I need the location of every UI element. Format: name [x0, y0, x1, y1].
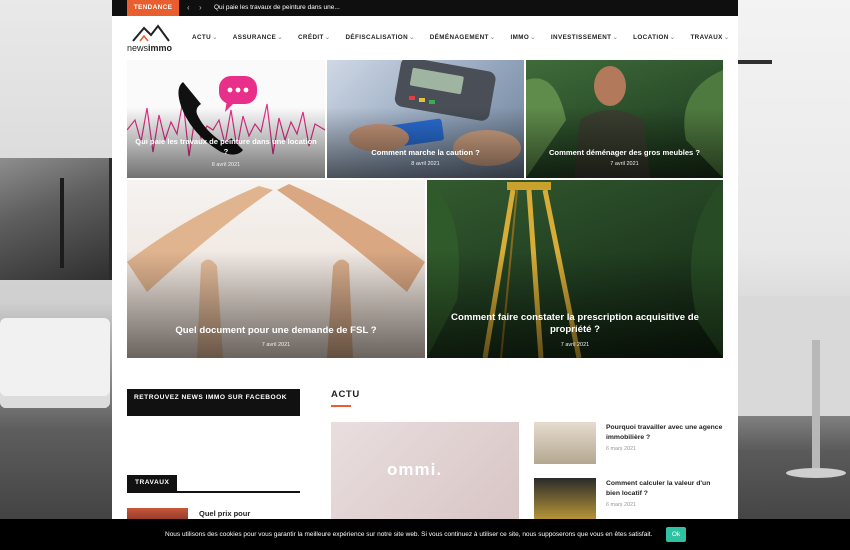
nav-item-investissement[interactable]: INVESTISSEMENT⌄ — [551, 34, 618, 41]
featured-post-tile[interactable]: Quel document pour une demande de FSL ? … — [127, 180, 425, 358]
chevron-down-icon: ⌄ — [669, 33, 676, 41]
background-counter — [738, 296, 850, 416]
background-right — [738, 0, 850, 550]
site-logo[interactable]: newsimmo — [127, 22, 179, 54]
chevron-down-icon: ⌄ — [489, 33, 496, 41]
featured-post-date: 7 avril 2021 — [610, 161, 639, 167]
actu-main-post-image[interactable]: ommi. — [331, 422, 519, 532]
tile-shade — [526, 107, 723, 178]
main-navbar: newsimmo ACTU⌄ ASSURANCE⌄ CRÉDIT⌄ DÉFISC… — [112, 16, 738, 58]
actu-side-post-title[interactable]: Comment calculer la valeur d'un bien loc… — [606, 479, 724, 498]
nav-item-travaux[interactable]: TRAVAUX⌄ — [690, 34, 729, 41]
chevron-right-icon[interactable]: › — [199, 0, 202, 16]
actu-heading-underline — [331, 405, 351, 407]
background-sofa — [0, 318, 110, 408]
logo-text-light: news — [127, 43, 149, 53]
cookie-banner-text: Nous utilisons des cookies pour vous gar… — [165, 531, 653, 538]
featured-post-date: 7 avril 2021 — [560, 342, 590, 348]
nav-item-label: CRÉDIT — [297, 33, 324, 41]
chevron-down-icon: ⌄ — [324, 33, 331, 41]
travaux-post-title[interactable]: Quel prix pour — [199, 509, 250, 518]
featured-post-tile[interactable]: Comment marche la caution ? 8 avril 2021 — [327, 60, 524, 178]
nav-item-label: DÉMÉNAGEMENT — [429, 33, 489, 41]
featured-post-tile[interactable]: Qui paie les travaux de peinture dans un… — [127, 60, 325, 178]
featured-post-title[interactable]: Qui paie les travaux de peinture dans un… — [135, 137, 317, 157]
chevron-down-icon: ⌄ — [409, 33, 415, 41]
featured-post-tile[interactable]: Comment déménager des gros meubles ? 7 a… — [526, 60, 723, 178]
actu-side-post[interactable]: Pourquoi travailler avec une agence immo… — [534, 422, 724, 466]
nav-item-defiscalisation[interactable]: DÉFISCALISATION⌄ — [345, 34, 414, 41]
nav-item-demenagement[interactable]: DÉMÉNAGEMENT⌄ — [430, 34, 496, 41]
logo-roof-icon — [132, 24, 170, 42]
actu-side-post-thumbnail[interactable] — [534, 422, 596, 464]
trending-link[interactable]: Qui paie les travaux de peinture dans un… — [214, 0, 340, 16]
actu-side-post-date: 6 mars 2021 — [606, 446, 636, 452]
actu-side-post-thumbnail[interactable] — [534, 478, 596, 520]
nav-item-label: DÉFISCALISATION — [345, 33, 409, 41]
logo-text: newsimmo — [127, 43, 172, 53]
actu-side-post-date: 6 mars 2021 — [606, 502, 636, 508]
nav-item-label: ACTU — [192, 33, 212, 41]
actu-side-post-title[interactable]: Pourquoi travailler avec une agence immo… — [606, 423, 724, 442]
chevron-down-icon: ⌄ — [277, 33, 283, 41]
featured-post-title[interactable]: Quel document pour une demande de FSL ? — [135, 325, 417, 336]
nav-item-label: TRAVAUX — [690, 33, 723, 41]
nav-item-label: LOCATION — [633, 33, 669, 41]
nav-item-assurance[interactable]: ASSURANCE⌄ — [233, 34, 283, 41]
featured-post-tile[interactable]: Comment faire constater la prescription … — [427, 180, 723, 358]
trending-bar: TENDANCE ‹ › Qui paie les travaux de pei… — [112, 0, 738, 16]
nav-item-label: INVESTISSEMENT — [550, 33, 612, 41]
chevron-down-icon: ⌄ — [530, 33, 536, 41]
logo-text-bold: immo — [148, 43, 173, 53]
background-stool — [786, 340, 846, 478]
featured-post-title[interactable]: Comment faire constater la prescription … — [435, 312, 715, 336]
nav-item-actu[interactable]: ACTU⌄ — [192, 34, 218, 41]
actu-main-post-logo: ommi. — [387, 460, 443, 479]
nav-menu: ACTU⌄ ASSURANCE⌄ CRÉDIT⌄ DÉFISCALISATION… — [192, 16, 738, 58]
nav-item-label: IMMO — [510, 33, 530, 41]
featured-post-title[interactable]: Comment marche la caution ? — [335, 148, 516, 157]
travaux-widget-header: TRAVAUX — [127, 475, 300, 493]
cookie-ok-button[interactable]: Ok — [666, 527, 686, 542]
chevron-down-icon: ⌄ — [723, 33, 730, 41]
travaux-widget-label: TRAVAUX — [127, 475, 178, 491]
actu-section-heading: ACTU — [331, 389, 360, 400]
featured-post-date: 7 avril 2021 — [261, 342, 291, 348]
tile-shade — [327, 107, 524, 178]
background-painting — [0, 158, 112, 280]
featured-post-date: 8 avril 2021 — [411, 161, 440, 167]
chevron-down-icon: ⌄ — [212, 33, 218, 41]
nav-item-immo[interactable]: IMMO⌄ — [510, 34, 535, 41]
nav-item-location[interactable]: LOCATION⌄ — [633, 34, 675, 41]
chevron-down-icon: ⌄ — [612, 33, 619, 41]
trending-label: TENDANCE — [127, 0, 179, 16]
actu-side-post[interactable]: Comment calculer la valeur d'un bien loc… — [534, 478, 724, 522]
nav-item-credit[interactable]: CRÉDIT⌄ — [298, 34, 331, 41]
cookie-banner: Nous utilisons des cookies pour vous gar… — [0, 519, 850, 550]
facebook-widget-title: RETROUVEZ NEWS IMMO SUR FACEBOOK — [127, 389, 300, 416]
featured-post-title[interactable]: Comment déménager des gros meubles ? — [534, 148, 715, 157]
featured-post-date: 8 avril 2021 — [211, 162, 241, 168]
nav-item-label: ASSURANCE — [232, 33, 277, 41]
page-container: TENDANCE ‹ › Qui paie les travaux de pei… — [112, 0, 738, 550]
chevron-left-icon[interactable]: ‹ — [187, 0, 190, 16]
